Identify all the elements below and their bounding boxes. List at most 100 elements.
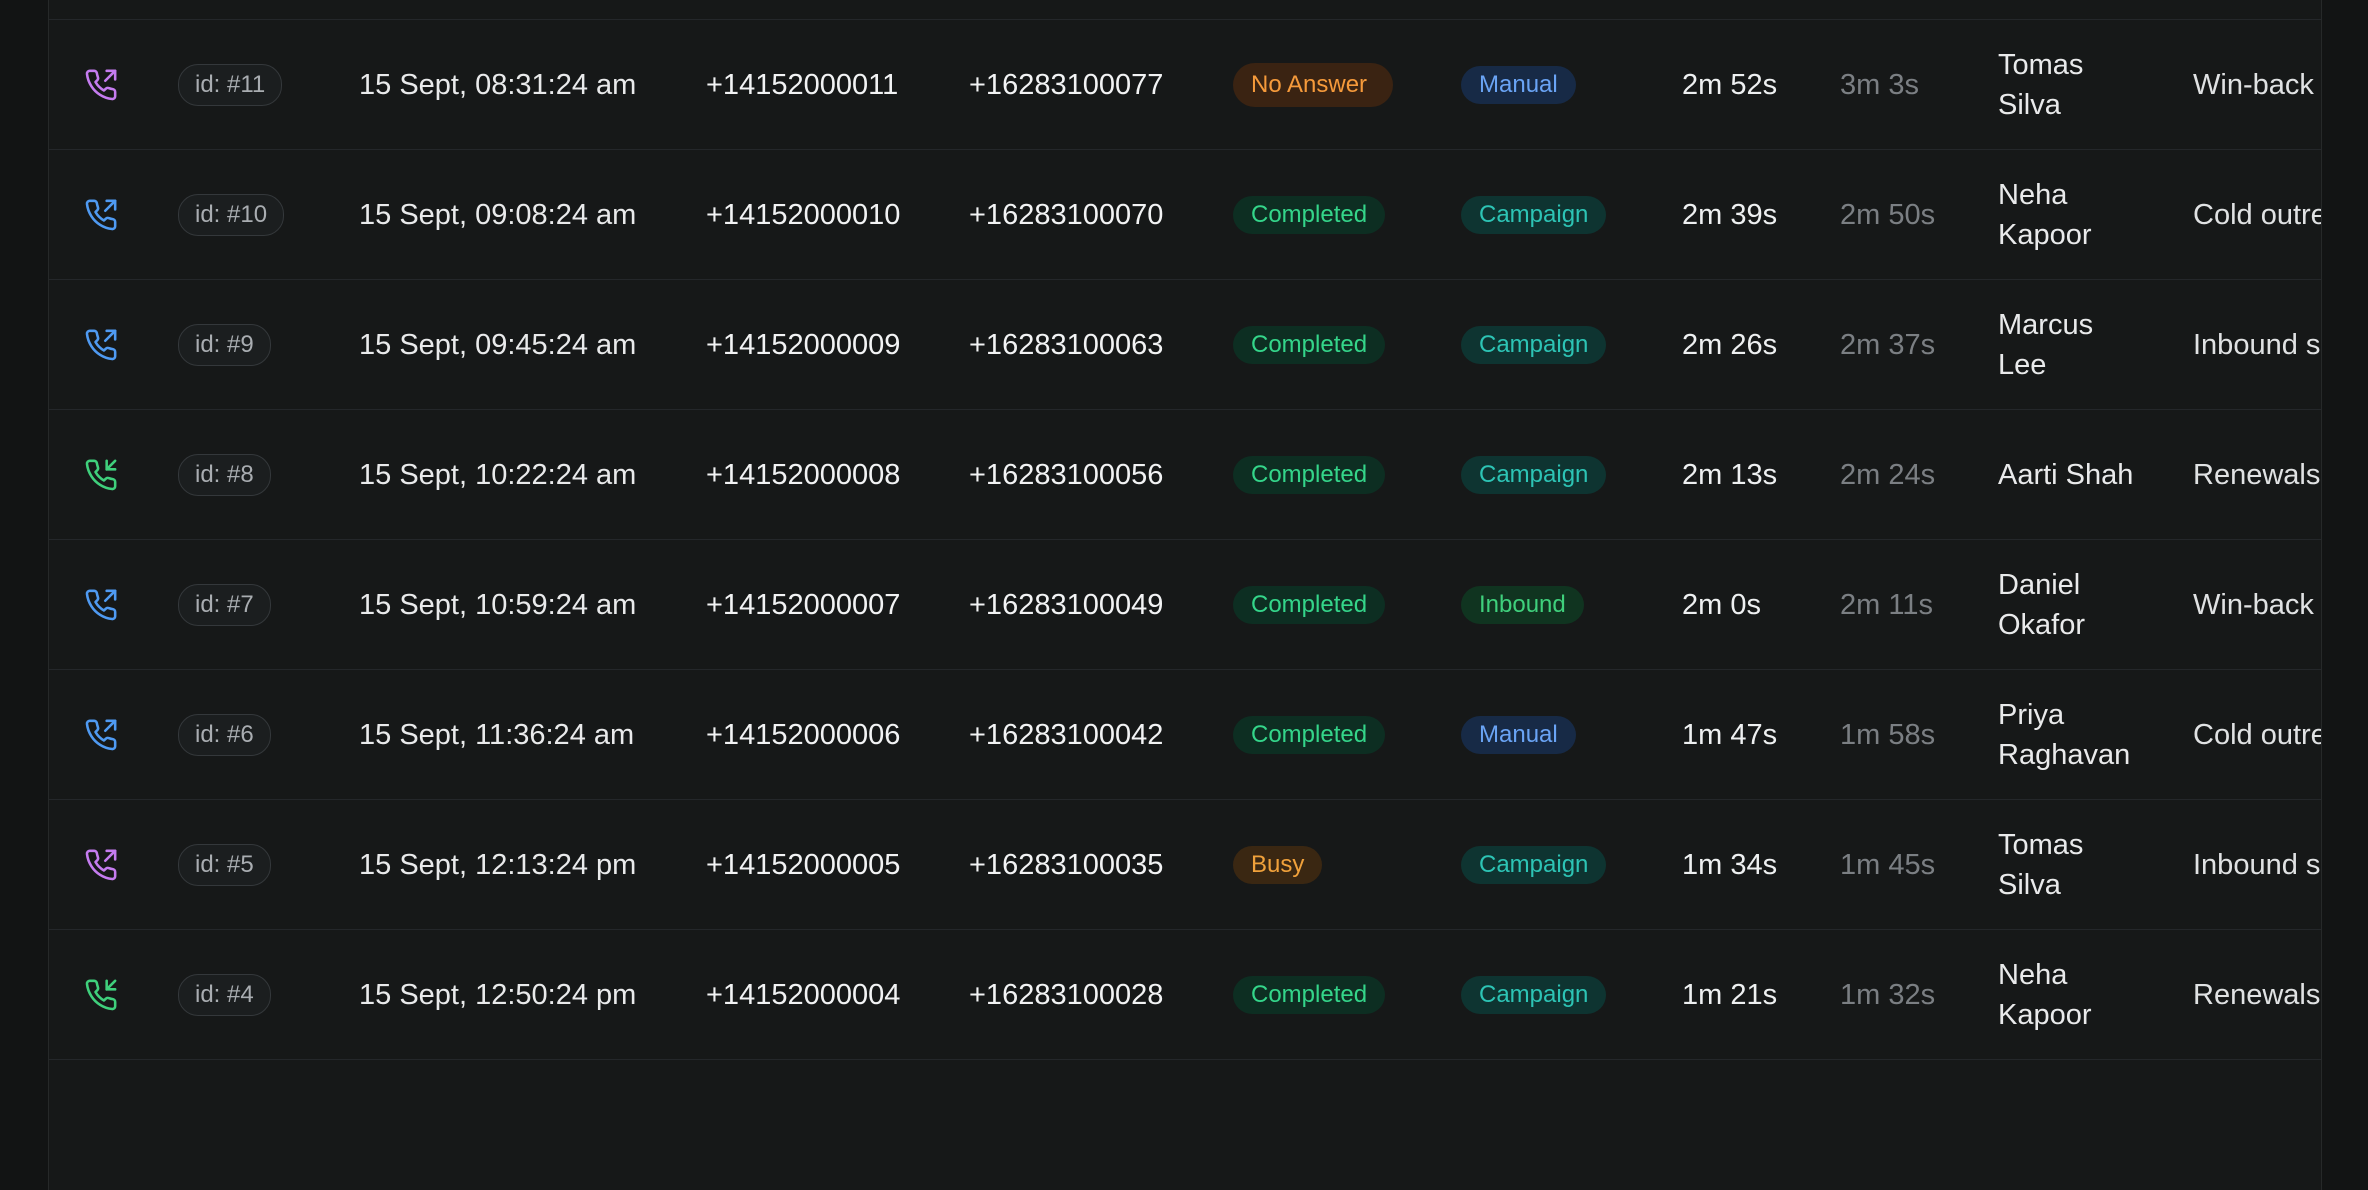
ring-time: 2m 50s — [1840, 198, 1936, 231]
ring-time: 16s — [1840, 0, 1940, 19]
outgoing-call-icon — [81, 670, 121, 799]
ring-time: 1m 45s — [1840, 848, 1936, 881]
table-row[interactable]: id: #4 15 Sept, 12:50:24 pm +14152000004 +1… — [49, 930, 2321, 1060]
table-row[interactable]: id: #9 15 Sept, 09:45:24 am +14152000009 +1… — [49, 280, 2321, 410]
call-type-badge: Campaign — [1461, 195, 1607, 234]
call-datetime: 15 Sept, 09:45:24 am — [359, 328, 637, 361]
to-number: +16283100063 — [969, 328, 1164, 361]
campaign-name: Renewals — [2193, 978, 2321, 1011]
agent-name: Aarti Shah — [1998, 458, 2134, 491]
campaign-name: Inbound support — [2193, 848, 2321, 881]
call-type-badge: Campaign — [1461, 325, 1607, 364]
call-type-badge: Campaign — [1461, 845, 1607, 884]
agent-name: Neha Kapoor — [1998, 178, 2092, 251]
table-row[interactable]: id: #7 15 Sept, 10:59:24 am +14152000007 +1… — [49, 540, 2321, 670]
from-number: +14152000010 — [706, 198, 901, 231]
status-badge: Completed — [1233, 585, 1386, 624]
campaign-name: Win-back — [2193, 68, 2314, 101]
to-number: +16283100049 — [969, 588, 1164, 621]
status-badge: No Answer — [1233, 62, 1393, 107]
incoming-call-icon — [81, 930, 121, 1059]
agent-name: Daniel Okafor — [1998, 568, 2086, 641]
status-badge: Completed — [1233, 325, 1386, 364]
call-type-badge: Manual — [1461, 65, 1576, 104]
call-duration: 3m 5s — [1682, 0, 1792, 19]
agent-name: Tomas Silva — [1998, 828, 2084, 901]
outgoing-call-icon — [81, 0, 121, 19]
table-row[interactable]: id: #6 15 Sept, 11:36:24 am +14152000006 +1… — [49, 670, 2321, 800]
call-id-badge: id: #6 — [178, 713, 271, 756]
call-duration: 2m 39s — [1682, 198, 1778, 231]
call-duration: 1m 47s — [1682, 718, 1778, 751]
campaign-name: Renewals — [2193, 0, 2321, 19]
call-id-badge: id: #10 — [178, 193, 285, 236]
agent-name: Priya Raghavan — [1998, 698, 2131, 771]
agent-name: Tomas Silva — [1998, 48, 2084, 121]
agent-name: Neha Kapoor — [1998, 958, 2092, 1031]
ring-time: 1m 32s — [1840, 978, 1936, 1011]
to-number: +16283100070 — [969, 198, 1164, 231]
call-duration: 1m 21s — [1682, 978, 1778, 1011]
incoming-call-icon — [81, 410, 121, 539]
call-id-badge: id: #4 — [178, 973, 271, 1016]
call-type-badge: Campaign — [1461, 455, 1607, 494]
status-badge: Completed — [1233, 975, 1386, 1014]
call-duration: 2m 26s — [1682, 328, 1778, 361]
call-datetime: 15 Sept, 10:59:24 am — [359, 588, 637, 621]
outgoing-call-icon — [81, 280, 121, 409]
from-number: +14152000007 — [706, 588, 901, 621]
status-badge: Busy — [1233, 845, 1323, 884]
call-datetime: 15 Sept, 08:31:24 am — [359, 68, 637, 101]
table-row[interactable]: id: #1215 Sept, 07:54:24 am+14152000012+… — [49, 0, 2321, 20]
outgoing-call-icon — [81, 20, 121, 149]
agent-name: Marcus Lee — [1998, 308, 2094, 381]
call-datetime: 15 Sept, 12:50:24 pm — [359, 978, 637, 1011]
call-duration: 2m 13s — [1682, 458, 1778, 491]
to-number: +16283100042 — [969, 718, 1164, 751]
ring-time: 2m 11s — [1840, 588, 1933, 621]
from-number: +14152000009 — [706, 328, 901, 361]
call-type-badge: Inbound — [1461, 585, 1584, 624]
outgoing-call-icon — [81, 800, 121, 929]
campaign-name: Cold outreach — [2193, 718, 2321, 751]
call-duration: 2m 0s — [1682, 588, 1761, 621]
to-number: +16283100035 — [969, 848, 1164, 881]
call-id-badge: id: #8 — [178, 453, 271, 496]
table-row[interactable]: id: #5 15 Sept, 12:13:24 pm +14152000005 +1… — [49, 800, 2321, 930]
table-row[interactable]: id: #10 15 Sept, 09:08:24 am +14152000010 +… — [49, 150, 2321, 280]
to-number: +16283100028 — [969, 978, 1164, 1011]
ring-time: 1m 58s — [1840, 718, 1936, 751]
call-type-badge: Manual — [1461, 715, 1576, 754]
table-row[interactable]: id: #8 15 Sept, 10:22:24 am +14152000008 +1… — [49, 410, 2321, 540]
call-type-badge: Campaign — [1461, 975, 1607, 1014]
call-datetime: 15 Sept, 10:22:24 am — [359, 458, 637, 491]
call-id-badge: id: #5 — [178, 843, 271, 886]
from-number: +14152000012 — [706, 0, 900, 19]
status-badge: Completed — [1233, 455, 1386, 494]
call-duration: 1m 34s — [1682, 848, 1778, 881]
call-datetime: 15 Sept, 09:08:24 am — [359, 198, 637, 231]
status-badge: Completed — [1233, 715, 1386, 754]
call-id-badge: id: #11 — [178, 63, 283, 106]
to-number: +16283100084 — [969, 0, 1163, 19]
campaign-name: Renewals — [2193, 458, 2321, 491]
campaign-name: Inbound support — [2193, 328, 2321, 361]
from-number: +14152000008 — [706, 458, 901, 491]
from-number: +14152000004 — [706, 978, 901, 1011]
status-badge: Completed — [1233, 195, 1386, 234]
agent-name: Priya Raghavan — [1998, 0, 2148, 19]
to-number: +16283100077 — [969, 68, 1164, 101]
call-id-badge: id: #9 — [178, 323, 271, 366]
from-number: +14152000005 — [706, 848, 901, 881]
call-datetime: 15 Sept, 07:54:24 am — [359, 0, 636, 19]
from-number: +14152000011 — [706, 68, 899, 101]
campaign-name: Win-back — [2193, 588, 2314, 621]
to-number: +16283100056 — [969, 458, 1164, 491]
call-datetime: 15 Sept, 12:13:24 pm — [359, 848, 637, 881]
outgoing-call-icon — [81, 540, 121, 669]
table-row[interactable]: id: #11 15 Sept, 08:31:24 am +14152000011 +… — [49, 20, 2321, 150]
call-datetime: 15 Sept, 11:36:24 am — [359, 718, 635, 751]
ring-time: 3m 3s — [1840, 68, 1919, 101]
call-log-table: id: #1215 Sept, 07:54:24 am+14152000012+… — [48, 0, 2322, 1190]
ring-time: 2m 24s — [1840, 458, 1936, 491]
